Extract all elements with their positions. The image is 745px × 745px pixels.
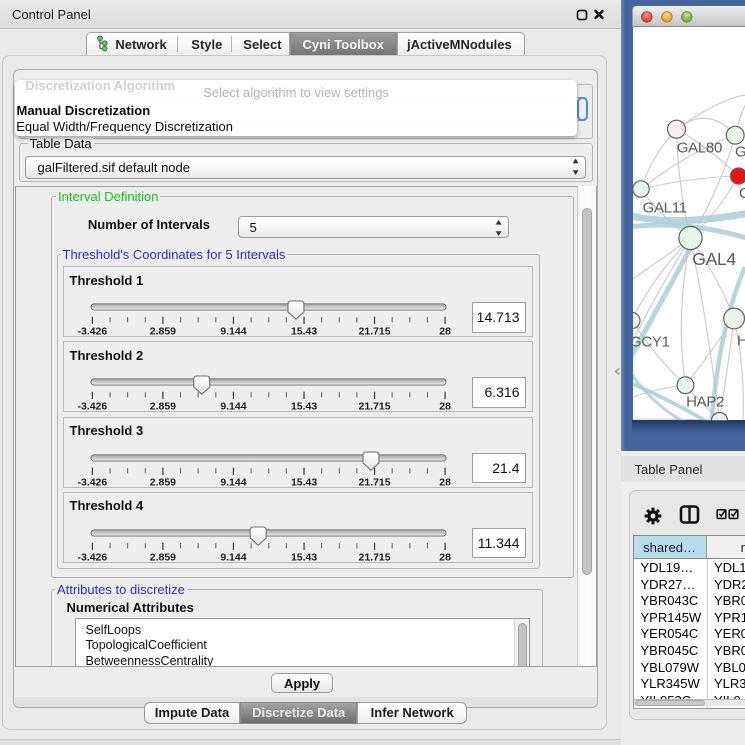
svg-text:15.43: 15.43 — [290, 552, 316, 563]
svg-text:2.859: 2.859 — [149, 477, 175, 488]
svg-text:21.715: 21.715 — [358, 552, 390, 563]
svg-text:28: 28 — [439, 327, 451, 338]
svg-text:2.859: 2.859 — [149, 552, 175, 563]
svg-text:28: 28 — [439, 477, 451, 488]
svg-text:9.144: 9.144 — [220, 327, 246, 338]
svg-text:G: G — [739, 185, 745, 202]
svg-text:GAL4: GAL4 — [692, 249, 736, 269]
svg-text:21.715: 21.715 — [358, 402, 390, 413]
svg-text:H: H — [737, 332, 745, 349]
svg-text:15.43: 15.43 — [290, 477, 316, 488]
svg-text:-3.426: -3.426 — [77, 327, 107, 338]
svg-text:21.715: 21.715 — [358, 477, 390, 488]
svg-text:GAL80: GAL80 — [676, 139, 721, 156]
svg-text:9.144: 9.144 — [220, 402, 246, 413]
svg-text:2.859: 2.859 — [149, 327, 175, 338]
svg-text:2.859: 2.859 — [149, 402, 175, 413]
svg-text:HAP2: HAP2 — [686, 393, 724, 410]
svg-text:-3.426: -3.426 — [77, 402, 107, 413]
svg-text:GA: GA — [735, 143, 745, 160]
svg-text:28: 28 — [439, 402, 451, 413]
svg-text:GCY1: GCY1 — [633, 333, 670, 350]
svg-text:15.43: 15.43 — [290, 402, 316, 413]
svg-text:GAL11: GAL11 — [642, 199, 686, 216]
svg-text:-3.426: -3.426 — [77, 552, 107, 563]
svg-text:9.144: 9.144 — [220, 552, 246, 563]
svg-text:15.43: 15.43 — [290, 327, 316, 338]
svg-text:-3.426: -3.426 — [77, 477, 107, 488]
svg-text:21.715: 21.715 — [358, 327, 390, 338]
svg-text:9.144: 9.144 — [220, 477, 246, 488]
svg-text:28: 28 — [439, 552, 451, 563]
